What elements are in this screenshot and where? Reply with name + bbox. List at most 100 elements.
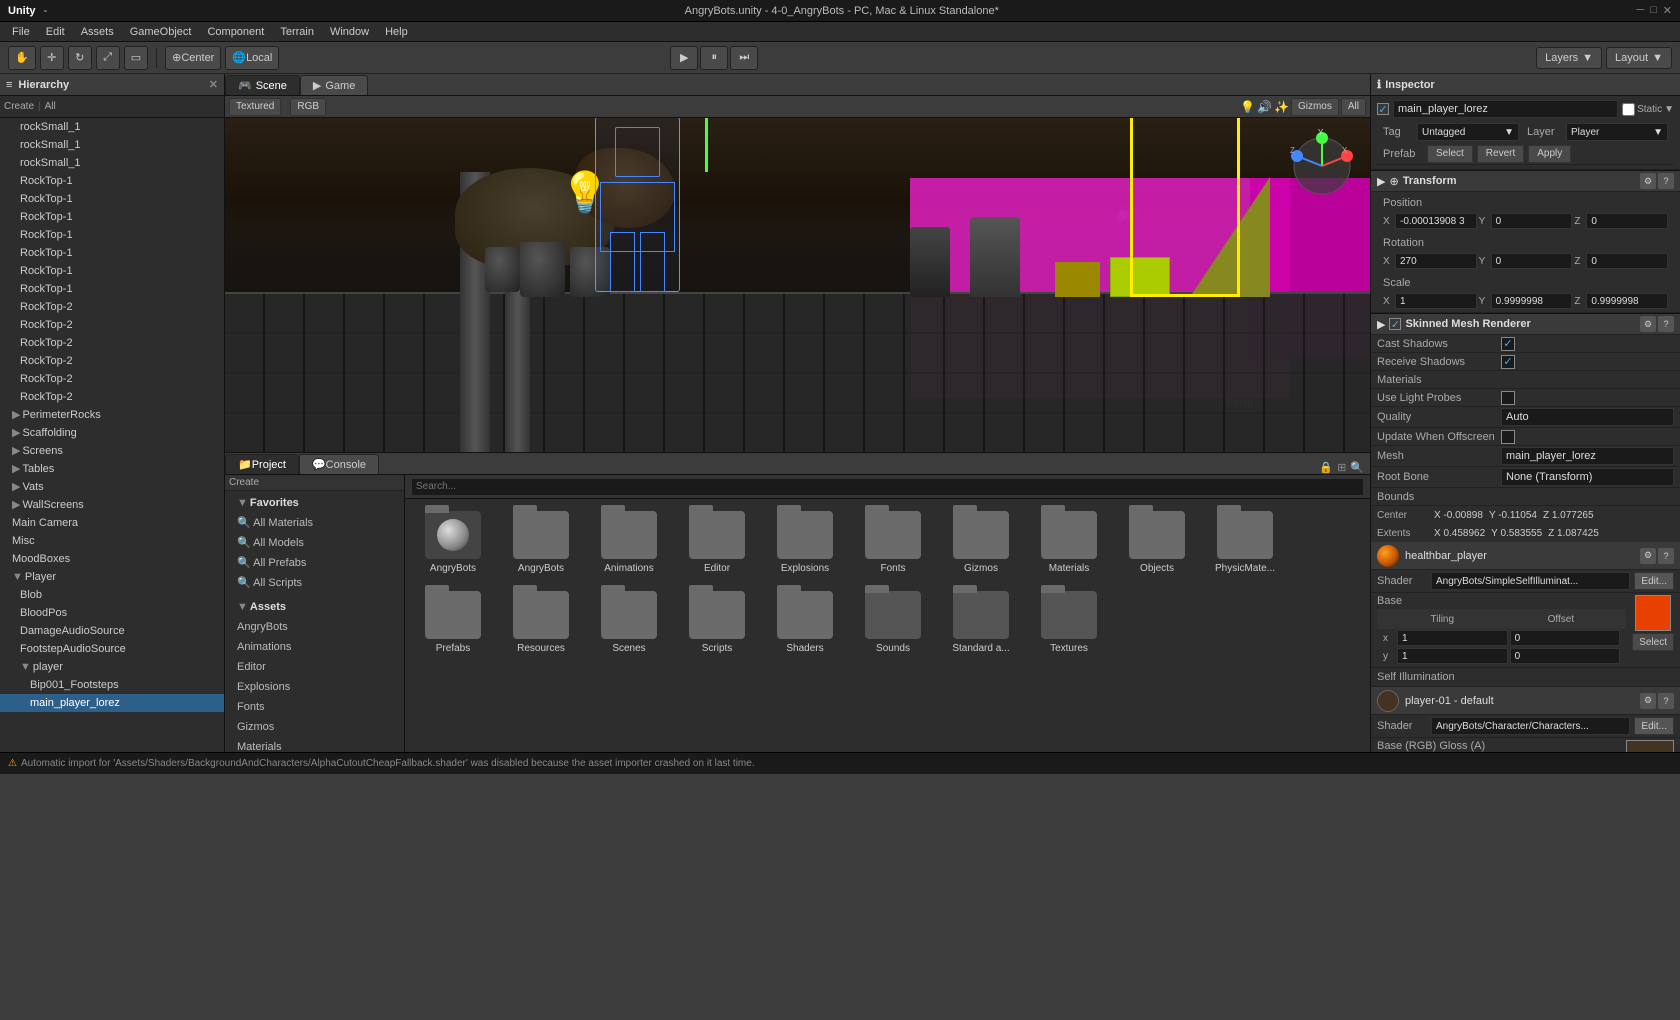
hierarchy-perimeter-rocks[interactable]: ▶PerimeterRocks bbox=[0, 406, 224, 424]
prefab-select-btn[interactable]: Select bbox=[1427, 145, 1473, 163]
root-bone-value[interactable]: None (Transform) bbox=[1501, 468, 1674, 486]
file-prefabs[interactable]: Prefabs bbox=[413, 587, 493, 659]
quality-value[interactable]: Auto bbox=[1501, 408, 1674, 426]
object-active-checkbox[interactable] bbox=[1377, 103, 1389, 115]
favorites-header[interactable]: ▼Favorites bbox=[225, 493, 404, 513]
list-item[interactable]: RockTop-2 bbox=[0, 370, 224, 388]
file-physicmate[interactable]: PhysicMate... bbox=[1205, 507, 1285, 579]
rotate-tool-btn[interactable]: ↻ bbox=[68, 46, 92, 70]
hierarchy-moodboxes[interactable]: MoodBoxes bbox=[0, 550, 224, 568]
fav-materials[interactable]: 🔍 All Materials bbox=[225, 513, 404, 533]
list-item[interactable]: RockTop-2 bbox=[0, 298, 224, 316]
update-offscreen-check[interactable] bbox=[1501, 430, 1515, 444]
hierarchy-wallscreens[interactable]: ▶WallScreens bbox=[0, 496, 224, 514]
proj-fonts[interactable]: Fonts bbox=[225, 697, 404, 717]
file-textures[interactable]: Textures bbox=[1029, 587, 1109, 659]
mat1-y-tiling[interactable]: 1 bbox=[1397, 648, 1508, 664]
pos-z-field[interactable]: 0 bbox=[1586, 213, 1668, 229]
fav-models[interactable]: 🔍 All Models bbox=[225, 533, 404, 553]
menu-file[interactable]: File bbox=[4, 22, 38, 42]
list-item[interactable]: RockTop-2 bbox=[0, 334, 224, 352]
project-search-input[interactable] bbox=[411, 478, 1364, 496]
fav-scripts[interactable]: 🔍 All Scripts bbox=[225, 573, 404, 593]
hierarchy-damage-audio[interactable]: DamageAudioSource bbox=[0, 622, 224, 640]
gizmos-btn[interactable]: Gizmos bbox=[1291, 98, 1339, 116]
create-label[interactable]: Create bbox=[229, 477, 259, 488]
mat1-shader-value[interactable]: AngryBots/SimpleSelfIlluminat... bbox=[1431, 572, 1630, 590]
list-item[interactable]: RockTop-1 bbox=[0, 280, 224, 298]
hierarchy-player-sub[interactable]: ▼player bbox=[0, 658, 224, 676]
hierarchy-close-btn[interactable]: ✕ bbox=[209, 78, 218, 91]
move-tool-btn[interactable]: ✛ bbox=[40, 46, 64, 70]
hierarchy-scaffolding[interactable]: ▶Scaffolding bbox=[0, 424, 224, 442]
hierarchy-bloodpos[interactable]: BloodPos bbox=[0, 604, 224, 622]
receive-shadows-check[interactable] bbox=[1501, 355, 1515, 369]
smr-settings-btn[interactable]: ⚙ bbox=[1640, 316, 1656, 332]
hierarchy-misc[interactable]: Misc bbox=[0, 532, 224, 550]
file-scenes[interactable]: Scenes bbox=[589, 587, 669, 659]
file-sounds[interactable]: Sounds bbox=[853, 587, 933, 659]
list-item[interactable]: RockTop-1 bbox=[0, 190, 224, 208]
hierarchy-footstep-audio[interactable]: FootstepAudioSource bbox=[0, 640, 224, 658]
list-item[interactable]: RockTop-2 bbox=[0, 388, 224, 406]
tag-dropdown[interactable]: Untagged ▼ bbox=[1417, 123, 1519, 141]
file-objects[interactable]: Objects bbox=[1117, 507, 1197, 579]
hierarchy-main-player-lorez[interactable]: main_player_lorez bbox=[0, 694, 224, 712]
proj-materials[interactable]: Materials bbox=[225, 737, 404, 752]
menu-terrain[interactable]: Terrain bbox=[272, 22, 322, 42]
play-button[interactable]: ▶ bbox=[670, 46, 698, 70]
hierarchy-player[interactable]: ▼Player bbox=[0, 568, 224, 586]
menu-help[interactable]: Help bbox=[377, 22, 416, 42]
tab-project[interactable]: 📁 Project bbox=[225, 454, 299, 474]
tab-game[interactable]: ▶ Game bbox=[300, 75, 368, 95]
file-animations[interactable]: Animations bbox=[589, 507, 669, 579]
proj-gizmos[interactable]: Gizmos bbox=[225, 717, 404, 737]
pos-y-field[interactable]: 0 bbox=[1491, 213, 1573, 229]
view-mode-btn[interactable]: Textured bbox=[229, 98, 281, 116]
proj-editor[interactable]: Editor bbox=[225, 657, 404, 677]
pause-button[interactable]: ⏸ bbox=[700, 46, 728, 70]
rot-z-field[interactable]: 0 bbox=[1586, 253, 1668, 269]
scene-all-btn[interactable]: All bbox=[1341, 98, 1366, 116]
use-light-probes-check[interactable] bbox=[1501, 391, 1515, 405]
step-button[interactable]: ⏭ bbox=[730, 46, 758, 70]
list-item[interactable]: RockTop-1 bbox=[0, 226, 224, 244]
proj-angrybots[interactable]: AngryBots bbox=[225, 617, 404, 637]
file-materials[interactable]: Materials bbox=[1029, 507, 1109, 579]
file-resources[interactable]: Resources bbox=[501, 587, 581, 659]
list-item[interactable]: rockSmall_1 bbox=[0, 154, 224, 172]
hierarchy-vats[interactable]: ▶Vats bbox=[0, 478, 224, 496]
layers-dropdown[interactable]: Layers ▼ bbox=[1536, 47, 1602, 69]
mat1-x-tiling[interactable]: 1 bbox=[1397, 630, 1508, 646]
assets-tree-header[interactable]: ▼Assets bbox=[225, 597, 404, 617]
menu-assets[interactable]: Assets bbox=[73, 22, 122, 42]
color-mode-btn[interactable]: RGB bbox=[290, 98, 326, 116]
mat1-edit-btn[interactable]: Edit... bbox=[1634, 572, 1674, 590]
rot-y-field[interactable]: 0 bbox=[1491, 253, 1573, 269]
file-scripts[interactable]: Scripts bbox=[677, 587, 757, 659]
proj-explosions[interactable]: Explosions bbox=[225, 677, 404, 697]
prefab-apply-btn[interactable]: Apply bbox=[1528, 145, 1571, 163]
hand-tool-btn[interactable]: ✋ bbox=[8, 46, 36, 70]
close-btn[interactable]: ✕ bbox=[1663, 4, 1672, 17]
maximize-btn[interactable]: □ bbox=[1650, 4, 1657, 17]
tab-console[interactable]: 💬 Console bbox=[299, 454, 379, 474]
layout-dropdown[interactable]: Layout ▼ bbox=[1606, 47, 1672, 69]
list-item[interactable]: RockTop-1 bbox=[0, 208, 224, 226]
menu-gameobject[interactable]: GameObject bbox=[122, 22, 200, 42]
fav-prefabs[interactable]: 🔍 All Prefabs bbox=[225, 553, 404, 573]
mat1-x-offset[interactable]: 0 bbox=[1510, 630, 1621, 646]
list-item[interactable]: RockTop-2 bbox=[0, 316, 224, 334]
transform-component-header[interactable]: ▶ ⊕ Transform ⚙ ? bbox=[1371, 170, 1680, 192]
space-btn[interactable]: 🌐 Local bbox=[225, 46, 279, 70]
mat2-shader-value[interactable]: AngryBots/Character/Characters... bbox=[1431, 717, 1630, 735]
scale-tool-btn[interactable]: ⤢ bbox=[96, 46, 120, 70]
file-angrybots[interactable]: AngryBots bbox=[501, 507, 581, 579]
file-editor[interactable]: Editor bbox=[677, 507, 757, 579]
mat2-help-btn[interactable]: ? bbox=[1658, 693, 1674, 709]
mat2-texture-preview[interactable] bbox=[1626, 740, 1674, 752]
mat1-color-swatch[interactable] bbox=[1635, 595, 1671, 631]
skinned-mesh-header[interactable]: ▶ Skinned Mesh Renderer ⚙ ? bbox=[1371, 313, 1680, 335]
hierarchy-create-btn[interactable]: Create bbox=[4, 101, 34, 112]
pos-x-field[interactable]: -0.00013908 3 bbox=[1395, 213, 1477, 229]
